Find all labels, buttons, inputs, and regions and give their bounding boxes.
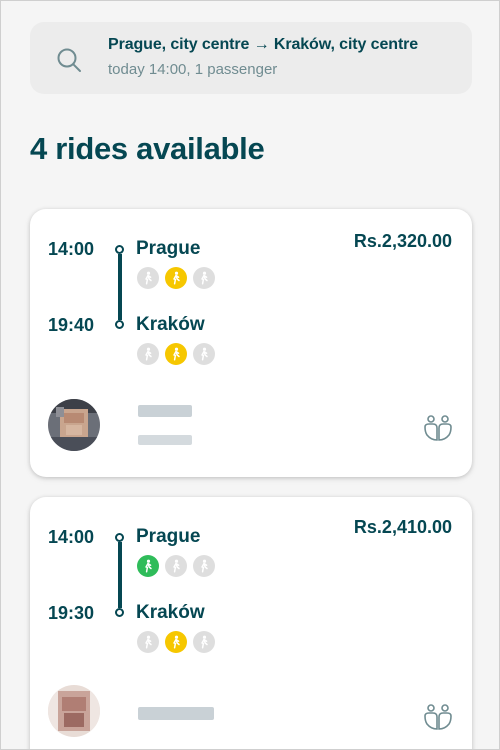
ride-price: Rs.2,410.00 [353,517,452,537]
walking-icon [137,555,159,577]
search-details: today 14:00, 1 passenger [108,61,278,78]
walking-icon [193,631,215,653]
walking-icon [137,267,159,289]
departure-walking-distance [137,555,215,577]
arrival-city: Kraków [136,602,205,623]
walking-icon [165,267,187,289]
timeline-end-dot [115,320,124,329]
walking-icon [165,555,187,577]
arrival-walking-distance [137,343,215,365]
timeline-bar [118,542,122,608]
ride-card[interactable]: 14:00 Prague Rs.2,410.00 19:30 Kraków [30,497,472,749]
timeline-start-dot [115,245,124,254]
timeline-end-dot [115,608,124,617]
app-screen: Prague, city centre → Kraków, city centr… [0,0,500,750]
walking-icon [165,343,187,365]
ride-price: Rs.2,320.00 [353,231,452,251]
arrival-walking-distance [137,631,215,653]
driver-avatar [48,399,100,451]
driver-name-blurred [138,707,214,720]
max-two-in-back-icon [424,704,452,730]
walking-icon [193,343,215,365]
walking-icon [137,343,159,365]
search-icon [57,48,81,72]
driver-name-blurred [138,405,192,417]
departure-walking-distance [137,267,215,289]
driver-rating-blurred [138,435,192,445]
driver-avatar [48,685,100,737]
walking-icon [165,631,187,653]
search-summary-bar[interactable]: Prague, city centre → Kraków, city centr… [30,22,472,94]
ride-card[interactable]: 14:00 Prague Rs.2,320.00 19:40 Kraków [30,209,472,477]
arrival-city: Kraków [136,314,205,335]
search-summary-text: Prague, city centre → Kraków, city centr… [108,34,418,81]
departure-city: Prague [136,238,201,259]
page-title: 4 rides available [30,131,265,166]
arrival-time: 19:30 [48,603,95,623]
arrival-time: 19:40 [48,315,95,335]
walking-icon [193,555,215,577]
walking-icon [193,267,215,289]
walking-icon [137,631,159,653]
max-two-in-back-icon [424,415,452,441]
departure-time: 14:00 [48,527,95,547]
departure-time: 14:00 [48,239,95,259]
search-route: Prague, city centre → Kraków, city centr… [108,36,419,53]
timeline-bar [118,254,122,320]
departure-city: Prague [136,526,201,547]
timeline-start-dot [115,533,124,542]
